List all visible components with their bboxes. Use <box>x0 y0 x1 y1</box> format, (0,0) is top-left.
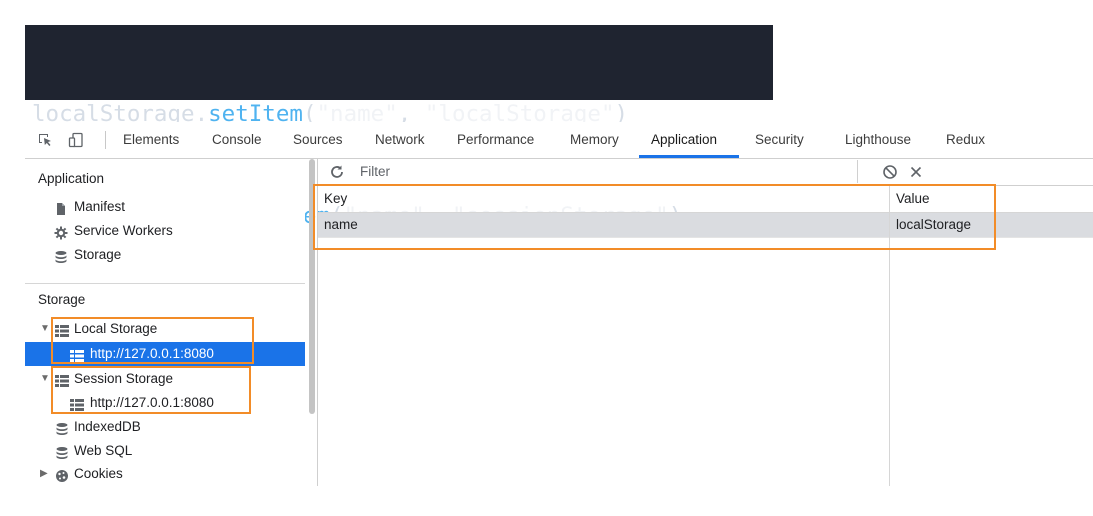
tab-lighthouse[interactable]: Lighthouse <box>845 122 911 158</box>
sidebar-item-label: Session Storage <box>74 371 174 386</box>
sidebar-heading-storage: Storage <box>38 292 86 307</box>
cookie-icon <box>55 467 69 482</box>
refresh-icon[interactable] <box>329 164 345 180</box>
tab-network[interactable]: Network <box>375 122 425 158</box>
sidebar-item-label: Web SQL <box>74 443 133 458</box>
devtools-tabbar: Elements Console Sources Network Perform… <box>25 122 1093 159</box>
sidebar-item-label: Storage <box>74 247 122 262</box>
grid-table-icon <box>70 396 84 411</box>
storage-table: Key Value name localStorage <box>318 186 1093 486</box>
sidebar-item-label: Manifest <box>74 199 126 214</box>
tab-security[interactable]: Security <box>755 122 804 158</box>
grid-table-icon <box>55 322 69 337</box>
sidebar-item-local-storage-origin[interactable]: http://127.0.0.1:8080 <box>25 342 305 366</box>
collapse-arrow-icon[interactable]: ▶ <box>40 462 48 486</box>
cell-value[interactable]: localStorage <box>896 213 971 237</box>
inspect-element-icon[interactable] <box>37 132 53 148</box>
column-header-value[interactable]: Value <box>896 187 930 211</box>
sidebar-item-session-storage-origin[interactable]: http://127.0.0.1:8080 <box>25 391 305 415</box>
active-tab-indicator <box>639 155 739 158</box>
sidebar-item-session-storage[interactable]: ▼ Session Storage <box>25 367 305 391</box>
tab-memory[interactable]: Memory <box>570 122 619 158</box>
delete-selected-icon[interactable] <box>908 164 924 180</box>
sidebar-item-web-sql[interactable]: Web SQL <box>25 439 305 463</box>
tab-console[interactable]: Console <box>212 122 262 158</box>
table-row[interactable]: name localStorage <box>318 213 1093 237</box>
clear-all-icon[interactable] <box>882 164 898 180</box>
row-divider <box>318 237 1093 238</box>
devtools-window: Elements Console Sources Network Perform… <box>25 122 1093 486</box>
sidebar-item-local-storage[interactable]: ▼ Local Storage <box>25 317 305 341</box>
sidebar-item-label: Local Storage <box>74 321 158 336</box>
column-divider[interactable] <box>889 186 890 486</box>
sidebar-item-storage[interactable]: Storage <box>25 243 305 267</box>
sidebar-divider <box>25 283 305 284</box>
sidebar-item-service-workers[interactable]: Service Workers <box>25 219 305 243</box>
expand-arrow-icon[interactable]: ▼ <box>40 317 50 341</box>
code-snippet: localStorage.setItem("name", "localStora… <box>25 25 773 229</box>
sidebar-item-label: Service Workers <box>74 223 173 238</box>
sidebar-item-label: IndexedDB <box>74 419 141 434</box>
database-icon <box>54 248 68 263</box>
tab-elements[interactable]: Elements <box>123 122 179 158</box>
column-header-key[interactable]: Key <box>324 187 347 211</box>
tab-application[interactable]: Application <box>651 122 717 158</box>
sidebar-item-manifest[interactable]: Manifest <box>25 195 305 219</box>
storage-main-panel: Key Value name localStorage <box>318 159 1093 486</box>
expand-arrow-icon[interactable]: ▼ <box>40 367 50 391</box>
tab-redux[interactable]: Redux <box>946 122 985 158</box>
sidebar-item-label: http://127.0.0.1:8080 <box>90 346 214 361</box>
grid-table-icon <box>70 347 84 362</box>
sidebar-item-label: Cookies <box>74 466 123 481</box>
database-icon <box>55 444 69 459</box>
sidebar-scrollbar[interactable] <box>309 159 315 414</box>
grid-table-icon <box>55 372 69 387</box>
tab-performance[interactable]: Performance <box>457 122 534 158</box>
device-toolbar-icon[interactable] <box>68 132 84 148</box>
filter-input[interactable] <box>352 160 858 183</box>
table-header-row: Key Value <box>318 186 1093 213</box>
toolbar-divider <box>105 131 106 149</box>
sidebar-item-cookies[interactable]: ▶ Cookies <box>25 462 305 486</box>
sidebar-item-indexeddb[interactable]: IndexedDB <box>25 415 305 439</box>
storage-toolbar <box>318 159 1093 186</box>
database-icon <box>55 420 69 435</box>
gear-icon <box>54 224 68 240</box>
sidebar-item-label: http://127.0.0.1:8080 <box>90 395 214 410</box>
sidebar-heading-application: Application <box>38 171 105 186</box>
tab-sources[interactable]: Sources <box>293 122 343 158</box>
cell-key[interactable]: name <box>324 213 358 237</box>
document-icon <box>54 200 68 215</box>
application-sidebar: Application Manifest Service Workers Sto… <box>25 159 305 486</box>
